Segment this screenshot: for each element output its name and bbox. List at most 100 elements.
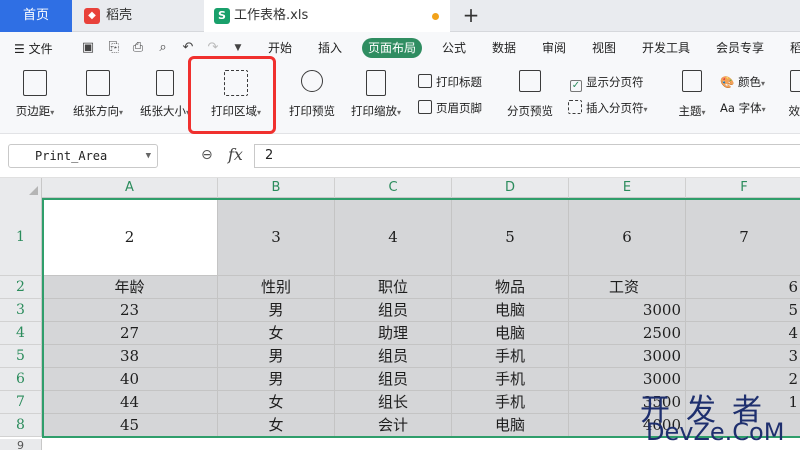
cell-a7[interactable]: 44 <box>42 391 218 414</box>
fx-icon[interactable]: fx <box>228 145 243 164</box>
undo-icon[interactable]: ↶ <box>180 40 196 56</box>
cell-d2[interactable]: 物品 <box>452 276 569 299</box>
cell-d5[interactable]: 手机 <box>452 345 569 368</box>
margins-button[interactable]: 页边距▾ <box>10 70 60 119</box>
menu-daoke[interactable]: 稻 <box>784 38 800 58</box>
column-header-e[interactable]: E <box>569 178 686 198</box>
theme-button[interactable]: 主题▾ <box>672 70 712 119</box>
column-header-a[interactable]: A <box>42 178 218 198</box>
cell-b5[interactable]: 男 <box>218 345 335 368</box>
cell-a8[interactable]: 45 <box>42 414 218 437</box>
tab-file[interactable]: S 工作表格.xls <box>204 0 450 32</box>
cell-a4[interactable]: 27 <box>42 322 218 345</box>
column-header-c[interactable]: C <box>335 178 452 198</box>
cell-c3[interactable]: 组员 <box>335 299 452 322</box>
print-icon[interactable]: ⎙ <box>130 40 146 56</box>
cell-c4[interactable]: 助理 <box>335 322 452 345</box>
cell-b7[interactable]: 女 <box>218 391 335 414</box>
cell-b2[interactable]: 性别 <box>218 276 335 299</box>
cell-d1[interactable]: 5 <box>452 198 569 276</box>
cell-c6[interactable]: 组员 <box>335 368 452 391</box>
cell-f5[interactable]: 3 <box>686 345 800 368</box>
row-header-3[interactable]: 3 <box>0 299 42 322</box>
menu-start[interactable]: 开始 <box>262 38 298 58</box>
cell-d6[interactable]: 手机 <box>452 368 569 391</box>
cell-a1[interactable]: 2 <box>42 198 218 276</box>
menu-insert[interactable]: 插入 <box>312 38 348 58</box>
page-break-preview-button[interactable]: 分页预览 <box>502 70 558 119</box>
column-header-d[interactable]: D <box>452 178 569 198</box>
cell-c1[interactable]: 4 <box>335 198 452 276</box>
menu-view[interactable]: 视图 <box>586 38 622 58</box>
preview-icon[interactable]: ⌕ <box>155 40 171 56</box>
print-scale-button[interactable]: 打印缩放▾ <box>344 70 408 119</box>
quick-access-dropdown-icon[interactable]: ▼ <box>230 40 246 56</box>
row-header-8[interactable]: 8 <box>0 414 42 437</box>
cell-e3[interactable]: 3000 <box>569 299 686 322</box>
name-box-dropdown-icon[interactable]: ▼ <box>146 145 151 167</box>
fonts-button[interactable]: Aa 字体▾ <box>720 100 766 116</box>
insert-page-break-button[interactable]: 插入分页符▾ <box>568 100 648 116</box>
cell-d8[interactable]: 电脑 <box>452 414 569 437</box>
cell-e5[interactable]: 3000 <box>569 345 686 368</box>
menu-data[interactable]: 数据 <box>486 38 522 58</box>
cell-f1[interactable]: 7 <box>686 198 800 276</box>
row-header-6[interactable]: 6 <box>0 368 42 391</box>
cell-a2[interactable]: 年龄 <box>42 276 218 299</box>
menu-developer[interactable]: 开发工具 <box>636 38 696 58</box>
print-titles-button[interactable]: 打印标题 <box>418 74 482 90</box>
row-header-9[interactable]: 9 <box>0 439 42 450</box>
cell-b4[interactable]: 女 <box>218 322 335 345</box>
cell-d4[interactable]: 电脑 <box>452 322 569 345</box>
row-header-2[interactable]: 2 <box>0 276 42 299</box>
save-icon[interactable]: ▣ <box>80 40 96 56</box>
export-icon[interactable]: ⎘ <box>106 40 122 56</box>
cell-c8[interactable]: 会计 <box>335 414 452 437</box>
menu-review[interactable]: 审阅 <box>536 38 572 58</box>
menu-member[interactable]: 会员专享 <box>710 38 770 58</box>
row-header-4[interactable]: 4 <box>0 322 42 345</box>
cell-d7[interactable]: 手机 <box>452 391 569 414</box>
cell-e1[interactable]: 6 <box>569 198 686 276</box>
file-menu[interactable]: ☰ 文件 <box>14 40 53 57</box>
row-header-7[interactable]: 7 <box>0 391 42 414</box>
cell-c7[interactable]: 组长 <box>335 391 452 414</box>
menu-page-layout[interactable]: 页面布局 <box>362 38 423 58</box>
cell-b8[interactable]: 女 <box>218 414 335 437</box>
name-box[interactable]: Print_Area ▼ <box>8 144 158 168</box>
redo-icon[interactable]: ↷ <box>205 40 221 56</box>
header-footer-button[interactable]: 页眉页脚 <box>418 100 482 116</box>
cell-a5[interactable]: 38 <box>42 345 218 368</box>
effects-button[interactable]: 效果 <box>780 70 800 119</box>
cell-f2[interactable]: 6 <box>686 276 800 299</box>
zoom-search-icon[interactable]: ⊖ <box>201 147 213 163</box>
paper-size-button[interactable]: 纸张大小▾ <box>136 70 194 119</box>
tab-home[interactable]: 首页 <box>0 0 72 32</box>
cell-b3[interactable]: 男 <box>218 299 335 322</box>
cell-b6[interactable]: 男 <box>218 368 335 391</box>
select-all-corner[interactable] <box>0 178 42 198</box>
orientation-icon <box>86 70 110 96</box>
cell-e4[interactable]: 2500 <box>569 322 686 345</box>
tab-daoke[interactable]: ◆ 稻壳 <box>74 0 202 32</box>
colors-button[interactable]: 🎨 颜色▾ <box>720 74 765 90</box>
cell-d3[interactable]: 电脑 <box>452 299 569 322</box>
orientation-button[interactable]: 纸张方向▾ <box>66 70 130 119</box>
cell-c5[interactable]: 组员 <box>335 345 452 368</box>
cell-a6[interactable]: 40 <box>42 368 218 391</box>
menu-formulas[interactable]: 公式 <box>436 38 472 58</box>
cell-c2[interactable]: 职位 <box>335 276 452 299</box>
row-header-5[interactable]: 5 <box>0 345 42 368</box>
new-tab-button[interactable]: + <box>458 0 484 32</box>
show-page-breaks-checkbox[interactable]: ✓ 显示分页符 <box>570 74 644 92</box>
row-header-1[interactable]: 1 <box>0 198 42 276</box>
cell-b1[interactable]: 3 <box>218 198 335 276</box>
cell-e2[interactable]: 工资 <box>569 276 686 299</box>
column-header-f[interactable]: F <box>686 178 800 198</box>
cell-f4[interactable]: 4 <box>686 322 800 345</box>
cell-f3[interactable]: 5 <box>686 299 800 322</box>
formula-input[interactable]: 2 <box>254 144 800 168</box>
cell-a3[interactable]: 23 <box>42 299 218 322</box>
print-preview-button[interactable]: 打印预览 <box>284 70 340 119</box>
column-header-b[interactable]: B <box>218 178 335 198</box>
